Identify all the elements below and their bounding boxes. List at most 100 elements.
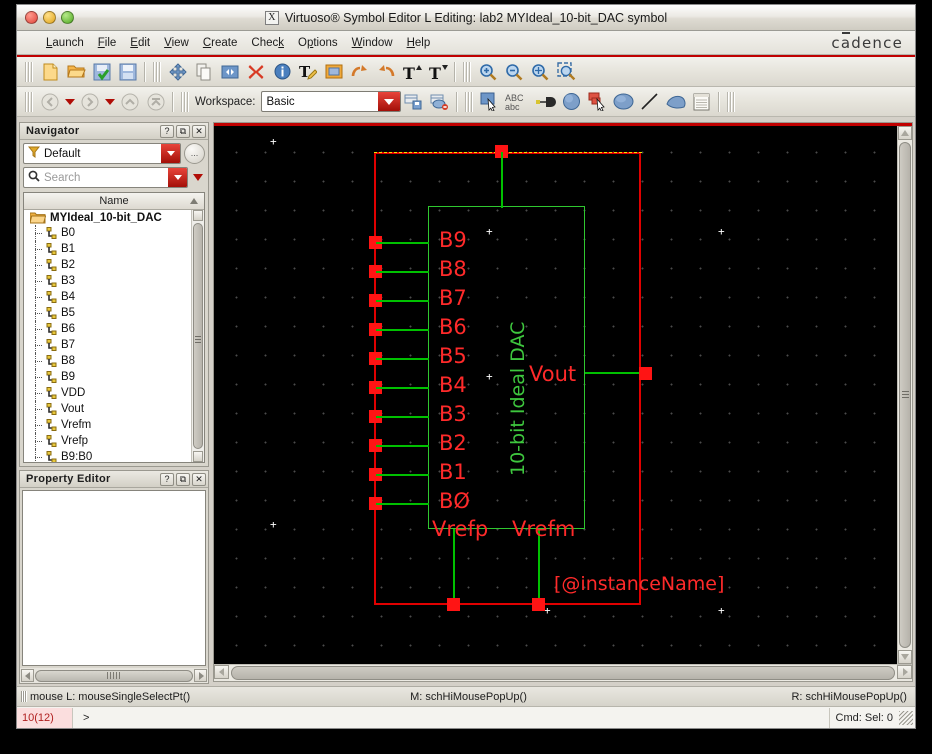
- polygon-icon[interactable]: [663, 90, 689, 114]
- vscroll-thumb[interactable]: [899, 142, 911, 648]
- rect-select-icon[interactable]: [585, 90, 611, 114]
- tree-column-header[interactable]: Name: [24, 193, 204, 210]
- move-icon[interactable]: [165, 60, 191, 84]
- tree-body[interactable]: MYIdeal_10-bit_DAC B0 B1 B2 B3 B4 B5 B6 B7 B8 B9 V…: [24, 210, 204, 462]
- open-folder-icon[interactable]: [63, 60, 89, 84]
- toolbar2-grip-2[interactable]: [181, 91, 189, 112]
- pin-icon[interactable]: [533, 90, 559, 114]
- redo-icon[interactable]: [373, 60, 399, 84]
- tree-item-vout[interactable]: Vout: [24, 401, 204, 417]
- pin-vrefm[interactable]: [532, 598, 545, 611]
- undo-icon[interactable]: [347, 60, 373, 84]
- zoom-out-icon[interactable]: [501, 60, 527, 84]
- navigator-options-button[interactable]: ...: [184, 143, 205, 164]
- ellipse-icon[interactable]: [611, 90, 637, 114]
- help-icon[interactable]: ?: [160, 472, 174, 486]
- toolbar2-grip-3[interactable]: [464, 91, 473, 112]
- menu-help[interactable]: Help: [400, 35, 438, 51]
- label-b7[interactable]: B7: [439, 286, 467, 310]
- hscroll-thumb[interactable]: [231, 666, 895, 680]
- scroll-left-icon[interactable]: [214, 665, 229, 679]
- label-vrefp[interactable]: Vrefp: [432, 517, 488, 541]
- zoom-area-icon[interactable]: [553, 60, 579, 84]
- back-dropdown-icon[interactable]: [63, 90, 77, 114]
- workspace-dropdown-arrow[interactable]: [377, 92, 400, 111]
- toolbar-grip[interactable]: [25, 61, 33, 82]
- search-input[interactable]: Search: [44, 172, 168, 184]
- zoom-in-icon[interactable]: [475, 60, 501, 84]
- workspace-combo[interactable]: Basic: [260, 91, 401, 112]
- tree-item-b8[interactable]: B8: [24, 353, 204, 369]
- label-abc-icon[interactable]: ABC abc: [503, 90, 533, 114]
- symbol-canvas[interactable]: + + + + + + + B9 B8 B7 B6 B5 B4 B3 B2 B1…: [214, 126, 897, 664]
- tree-item-b1[interactable]: B1: [24, 241, 204, 257]
- tree-item-b6[interactable]: B6: [24, 321, 204, 337]
- label-b8[interactable]: B8: [439, 257, 467, 281]
- scroll-right-icon[interactable]: [897, 665, 912, 679]
- label-body-text[interactable]: 10-bit Ideal DAC: [507, 322, 529, 476]
- scroll-right-icon[interactable]: [194, 669, 207, 682]
- window-close-button[interactable]: [25, 11, 38, 24]
- search-dropdown-arrow[interactable]: [168, 168, 187, 187]
- label-b2[interactable]: B2: [439, 431, 467, 455]
- scroll-left-icon[interactable]: [21, 669, 34, 682]
- menu-options[interactable]: Options: [291, 35, 345, 51]
- tree-vertical-scrollbar[interactable]: [191, 210, 204, 462]
- text-up-icon[interactable]: T: [399, 60, 425, 84]
- search-combo[interactable]: Search: [23, 167, 188, 188]
- property-editor-hscrollbar[interactable]: [20, 668, 208, 683]
- line-icon[interactable]: [637, 90, 663, 114]
- toolbar-grip-2[interactable]: [153, 61, 161, 82]
- tree-item-vdd[interactable]: VDD: [24, 385, 204, 401]
- tree-item-b5[interactable]: B5: [24, 305, 204, 321]
- new-file-icon[interactable]: [37, 60, 63, 84]
- window-maximize-button[interactable]: [61, 11, 74, 24]
- menu-create[interactable]: Create: [196, 35, 245, 51]
- menu-view[interactable]: View: [157, 35, 196, 51]
- filter-combo[interactable]: Default: [23, 143, 181, 164]
- toolbar2-grip-4[interactable]: [726, 91, 735, 112]
- note-icon[interactable]: [689, 90, 715, 114]
- zoom-fit-icon[interactable]: [527, 60, 553, 84]
- menu-window[interactable]: Window: [345, 35, 400, 51]
- label-vrefm[interactable]: Vrefm: [512, 517, 575, 541]
- command-input[interactable]: >: [73, 712, 829, 724]
- hscroll-thumb[interactable]: [35, 669, 193, 682]
- label-b3[interactable]: B3: [439, 402, 467, 426]
- tree-item-b0[interactable]: B0: [24, 225, 204, 241]
- canvas-vertical-scrollbar[interactable]: [897, 126, 912, 664]
- undock-icon[interactable]: ⧉: [176, 472, 190, 486]
- label-b5[interactable]: B5: [439, 344, 467, 368]
- tree-root-item[interactable]: MYIdeal_10-bit_DAC: [24, 210, 204, 225]
- circle-icon[interactable]: [559, 90, 585, 114]
- close-icon[interactable]: ✕: [192, 124, 206, 138]
- label-vout[interactable]: Vout: [529, 362, 576, 386]
- label-b0[interactable]: BØ: [439, 489, 470, 513]
- window-resize-grip[interactable]: [899, 710, 913, 725]
- delete-workspace-icon[interactable]: [427, 90, 453, 114]
- label-b6[interactable]: B6: [439, 315, 467, 339]
- up-hierarchy-icon[interactable]: [117, 90, 143, 114]
- property-editor-body[interactable]: [22, 490, 206, 666]
- back-icon[interactable]: [37, 90, 63, 114]
- tree-item-vrefm[interactable]: Vrefm: [24, 417, 204, 433]
- select-icon[interactable]: [477, 90, 503, 114]
- toolbar-grip-3[interactable]: [463, 61, 471, 82]
- help-icon[interactable]: ?: [160, 124, 174, 138]
- tree-item-b9[interactable]: B9: [24, 369, 204, 385]
- copy-icon[interactable]: [191, 60, 217, 84]
- tree-item-vrefp[interactable]: Vrefp: [24, 433, 204, 449]
- sort-ascending-icon[interactable]: [190, 198, 198, 204]
- label-b4[interactable]: B4: [439, 373, 467, 397]
- menu-launch[interactable]: Launch: [39, 35, 91, 51]
- label-b9[interactable]: B9: [439, 228, 467, 252]
- delete-icon[interactable]: [243, 60, 269, 84]
- vscroll-track[interactable]: [898, 140, 912, 650]
- toolbar2-grip[interactable]: [25, 91, 33, 112]
- edit-text-icon[interactable]: T: [295, 60, 321, 84]
- tree-item-b3[interactable]: B3: [24, 273, 204, 289]
- save-icon[interactable]: [115, 60, 141, 84]
- save-workspace-icon[interactable]: [401, 90, 427, 114]
- window-minimize-button[interactable]: [43, 11, 56, 24]
- properties-icon[interactable]: [269, 60, 295, 84]
